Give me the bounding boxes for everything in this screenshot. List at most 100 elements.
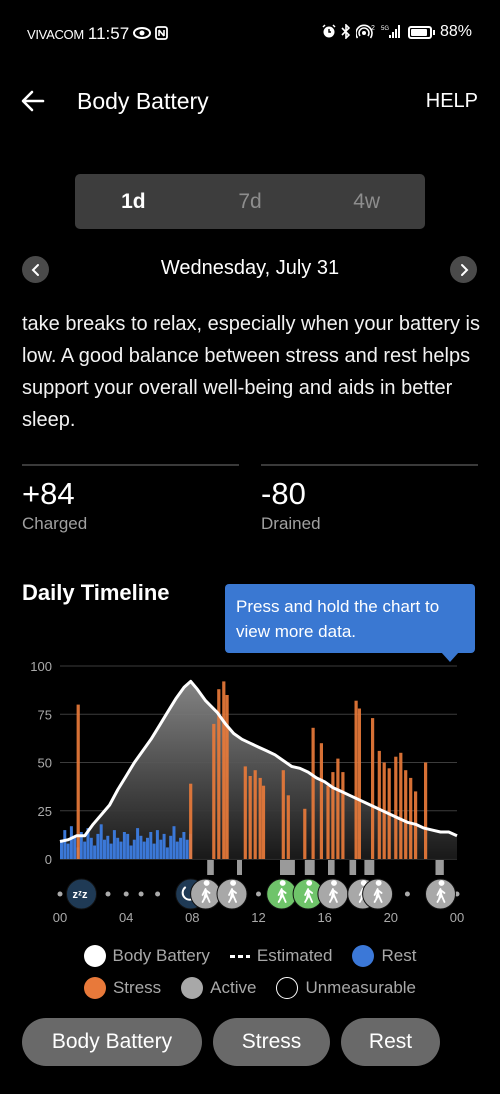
- walking-marker: [190, 878, 222, 910]
- tab-7d[interactable]: 7d: [192, 174, 309, 229]
- stress-bar: [248, 776, 252, 859]
- rest-bar: [93, 845, 97, 859]
- charged-value: +84: [22, 476, 75, 511]
- legend-label: Body Battery: [112, 946, 210, 965]
- timeline-dot: [57, 891, 63, 897]
- drained-label: Drained: [261, 514, 321, 533]
- rest-bar: [159, 839, 163, 859]
- filter-stress-button[interactable]: Stress: [213, 1018, 330, 1066]
- description-text: take breaks to relax, especially when yo…: [22, 313, 480, 431]
- stress-bar: [399, 752, 403, 859]
- rest-bar: [106, 835, 110, 859]
- legend-label: Estimated: [256, 946, 333, 965]
- stress-bar: [371, 718, 375, 859]
- y-tick-label: 25: [38, 804, 52, 819]
- battery-percent: 88%: [439, 23, 472, 40]
- legend-unmeasurable: Unmeasurable: [276, 977, 416, 999]
- hotspot-icon: 2: [355, 24, 376, 41]
- stress-bar: [212, 723, 216, 859]
- legend-swatch-white: [83, 945, 106, 967]
- legend-stress: Stress: [83, 977, 162, 999]
- rest-bar: [169, 835, 173, 859]
- period-selector: 1d 7d 4w: [75, 174, 425, 229]
- stress-bar: [222, 681, 226, 859]
- walking-marker: [425, 878, 456, 910]
- rest-bar: [66, 843, 70, 859]
- stress-bar: [261, 785, 266, 859]
- current-date: Wednesday, July 31: [160, 257, 340, 279]
- stress-bar: [336, 758, 340, 859]
- tab-4w[interactable]: 4w: [308, 174, 425, 229]
- timeline-dot: [138, 891, 144, 897]
- rest-bar: [182, 832, 186, 859]
- drained-value: -80: [261, 476, 306, 511]
- x-tick-label: 08: [185, 910, 199, 925]
- active-segment: [328, 860, 335, 875]
- eye-icon: [133, 27, 152, 41]
- rest-bar: [179, 837, 183, 859]
- rest-bar: [165, 847, 169, 859]
- active-segment: [304, 860, 315, 875]
- legend-label: Stress: [112, 978, 162, 997]
- legend-body-battery: Body Battery: [83, 945, 210, 967]
- stress-bar: [189, 783, 193, 859]
- app-bar: Body Battery HELP: [0, 80, 500, 124]
- sleep-zzz-marker: zᶻz: [66, 878, 97, 910]
- rest-bar: [139, 835, 143, 859]
- timeline-dot: [123, 891, 129, 897]
- nfc-icon: [155, 26, 169, 42]
- rest-bar: [175, 841, 179, 859]
- rest-bar: [89, 837, 93, 859]
- stress-bar: [225, 695, 229, 859]
- legend-swatch-ring: [276, 977, 299, 999]
- sleep-zzz-icon: zᶻz: [73, 889, 88, 901]
- stress-bar: [286, 795, 290, 859]
- back-button[interactable]: [18, 86, 48, 116]
- timeline-title: Daily Timeline: [22, 580, 170, 605]
- rest-bar: [116, 837, 120, 859]
- stress-bar: [303, 808, 307, 859]
- legend-label: Active: [210, 978, 257, 997]
- help-button[interactable]: HELP: [426, 90, 478, 113]
- legend-label: Rest: [381, 946, 417, 965]
- next-day-button[interactable]: [450, 256, 477, 283]
- chart-hint-tooltip: Press and hold the chart to view more da…: [225, 584, 475, 662]
- rest-bar: [63, 830, 67, 859]
- rest-bar: [83, 841, 87, 859]
- rest-bar: [152, 843, 156, 859]
- legend-rest: Rest: [352, 945, 416, 967]
- bluetooth-icon: [341, 22, 351, 41]
- rest-bar: [162, 833, 166, 859]
- active-segment: [349, 860, 357, 875]
- stress-bar: [326, 785, 330, 859]
- rest-bar: [103, 839, 106, 859]
- svg-text:2: 2: [371, 25, 375, 32]
- legend-swatch-blue: [352, 945, 375, 967]
- chevron-right-icon: [460, 263, 468, 276]
- tab-1d[interactable]: 1d: [75, 174, 192, 229]
- legend-swatch-gray: [181, 977, 204, 999]
- active-segment: [435, 860, 444, 875]
- timeline-dot: [155, 891, 161, 897]
- active-segment: [280, 860, 295, 875]
- y-tick-label: 50: [38, 756, 52, 771]
- chart-legend: Body Battery Estimated Rest Stress Activ…: [0, 940, 500, 1004]
- legend-estimated: Estimated: [229, 946, 333, 966]
- filter-body-battery-button[interactable]: Body Battery: [22, 1018, 202, 1066]
- battery-icon: [407, 25, 435, 39]
- walking-marker: [317, 878, 349, 910]
- rest-bar: [119, 841, 123, 859]
- walking-marker: [216, 878, 248, 910]
- stress-bar: [311, 727, 315, 859]
- carrier-name: VIVACOM: [27, 26, 84, 42]
- body-battery-area: [60, 681, 457, 859]
- stress-bar: [424, 762, 428, 859]
- rest-bar: [132, 839, 136, 859]
- stress-bar: [354, 700, 358, 859]
- x-tick-label: 20: [384, 910, 398, 925]
- filter-rest-button[interactable]: Rest: [341, 1018, 440, 1066]
- page-title: Body Battery: [77, 88, 209, 114]
- daily-timeline-chart[interactable]: 0 25 50 75 100 zᶻz 00 04 08 12 16 20 00: [0, 650, 500, 940]
- stress-bar: [409, 777, 413, 859]
- timeline-dot: [404, 891, 410, 897]
